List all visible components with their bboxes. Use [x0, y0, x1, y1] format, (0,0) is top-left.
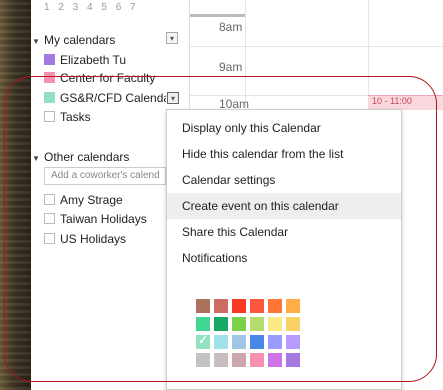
other-calendars-title: Other calendars: [44, 150, 130, 164]
calendar-label: GS&R/CFD Calenda: [60, 91, 166, 105]
hour-label: 8am: [219, 20, 243, 34]
color-chip[interactable]: [232, 299, 246, 313]
expand-icon: ▼: [32, 37, 40, 46]
color-chip[interactable]: [196, 299, 210, 313]
calendar-checkbox[interactable]: [44, 111, 55, 122]
calendar-label: Tasks: [60, 110, 91, 124]
menu-item-calendar-settings[interactable]: Calendar settings: [167, 167, 401, 193]
color-chip[interactable]: [196, 353, 210, 367]
grid-top-rule: [190, 14, 245, 17]
calendar-context-menu: Display only this Calendar Hide this cal…: [166, 109, 402, 390]
calendar-event[interactable]: 10 - 11:00: [368, 95, 443, 110]
my-calendars-title: My calendars: [44, 33, 116, 47]
expand-icon: ▼: [32, 154, 40, 163]
menu-item-hide-from-list[interactable]: Hide this calendar from the list: [167, 141, 401, 167]
calendar-item-tasks[interactable]: Tasks: [44, 109, 169, 125]
color-chip[interactable]: [214, 317, 228, 331]
mini-calendar-days: 1 2 3 4 5 6 7: [44, 2, 139, 13]
menu-item-share-calendar[interactable]: Share this Calendar: [167, 219, 401, 245]
color-chip[interactable]: [286, 353, 300, 367]
calendar-label: Elizabeth Tu: [60, 53, 127, 67]
color-chip[interactable]: [286, 299, 300, 313]
my-calendars-menu-button[interactable]: ▾: [166, 32, 178, 44]
color-chip[interactable]: [250, 299, 264, 313]
color-chip[interactable]: [232, 335, 246, 349]
calendar-checkbox[interactable]: [44, 194, 55, 205]
calendar-label: US Holidays: [60, 232, 127, 246]
calendar-item-taiwan-holidays[interactable]: Taiwan Holidays: [44, 211, 169, 227]
color-chip[interactable]: [268, 353, 282, 367]
calendar-options-button[interactable]: ▾: [167, 92, 179, 104]
color-chip[interactable]: [232, 317, 246, 331]
color-chip[interactable]: ✓: [196, 333, 210, 349]
calendar-item-elizabeth-tu[interactable]: Elizabeth Tu: [44, 52, 169, 68]
grid-hour-line: [190, 46, 443, 47]
color-chip[interactable]: [286, 335, 300, 349]
menu-item-create-event[interactable]: Create event on this calendar: [167, 193, 401, 219]
calendar-label: Amy Strage: [60, 193, 123, 207]
color-chip[interactable]: [214, 353, 228, 367]
hour-label: 9am: [219, 60, 243, 74]
calendar-color-swatch: [44, 72, 55, 83]
color-chip[interactable]: [214, 299, 228, 313]
color-chip[interactable]: [286, 317, 300, 331]
color-chip[interactable]: [196, 317, 210, 331]
calendar-label: Taiwan Holidays: [60, 212, 147, 226]
menu-item-display-only[interactable]: Display only this Calendar: [167, 115, 401, 141]
calendar-color-swatch: [44, 92, 55, 103]
color-chip[interactable]: [250, 353, 264, 367]
color-chip[interactable]: [214, 335, 228, 349]
calendar-checkbox[interactable]: [44, 233, 55, 244]
add-coworker-calendar-input[interactable]: Add a coworker's calend: [44, 167, 166, 185]
calendar-color-swatch: [44, 54, 55, 65]
other-calendars-header[interactable]: ▼ Other calendars: [32, 150, 129, 164]
background-strip: [0, 0, 31, 390]
calendar-label: Center for Faculty: [60, 71, 156, 85]
color-chip[interactable]: [268, 317, 282, 331]
color-chip[interactable]: [232, 353, 246, 367]
color-chip[interactable]: [250, 317, 264, 331]
color-chip[interactable]: [268, 299, 282, 313]
selected-check-icon: ✓: [198, 333, 209, 347]
calendar-item-us-holidays[interactable]: US Holidays: [44, 231, 169, 247]
calendar-item-center-for-faculty[interactable]: Center for Faculty: [44, 70, 169, 86]
calendar-checkbox[interactable]: [44, 213, 55, 224]
calendar-item-amy-strage[interactable]: Amy Strage: [44, 192, 169, 208]
color-chip[interactable]: [250, 335, 264, 349]
calendar-item-gsr-cfd[interactable]: GS&R/CFD Calenda: [44, 90, 166, 106]
menu-item-notifications[interactable]: Notifications: [167, 245, 401, 271]
my-calendars-header[interactable]: ▼ My calendars: [32, 33, 115, 47]
color-chip[interactable]: [268, 335, 282, 349]
